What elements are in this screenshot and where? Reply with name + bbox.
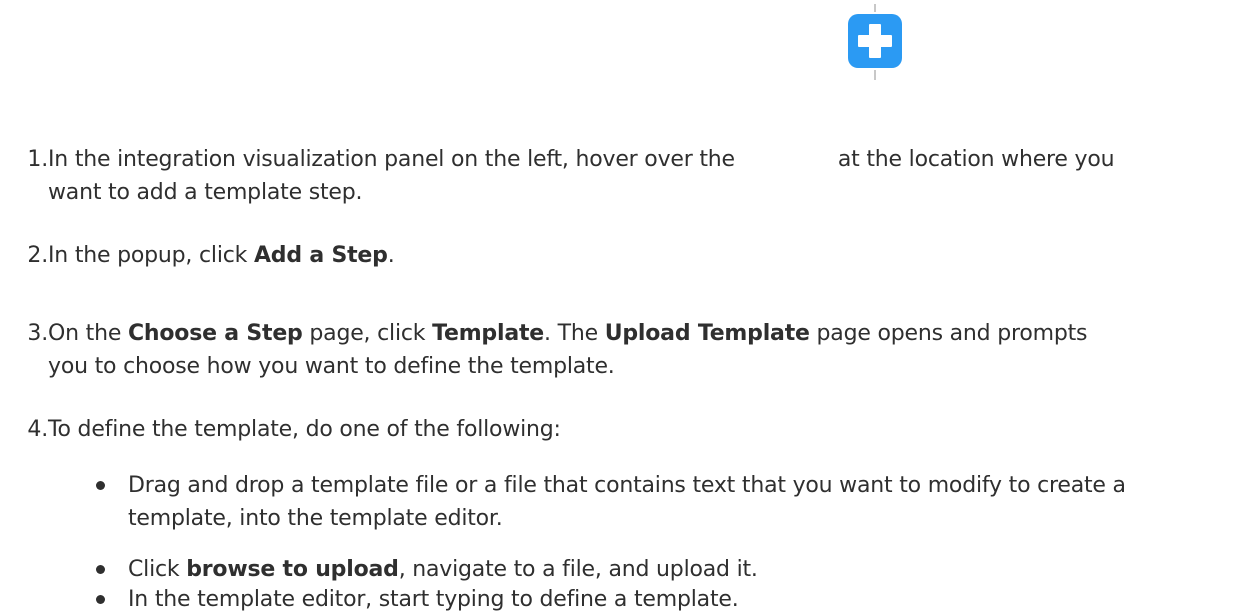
ui-term: browse to upload [186,557,399,582]
ui-term: Choose a Step [127,321,303,346]
step-number: 2. [27,243,48,268]
ui-term: Add a Step [253,243,388,268]
step-text: On the Choose a Step page, click Templat… [48,321,1088,379]
bullet-dot [96,565,105,574]
step-text: In the popup, click Add a Step. [48,243,395,268]
plus-icon [848,4,902,80]
step-text: To define the template, do one of the fo… [48,417,561,442]
bullet-dot [96,481,105,490]
step-number: 3. [27,321,48,346]
step-number: 4. [27,417,48,442]
instruction-document: 1. In the integration visualization pane… [0,0,1254,612]
ui-term: Upload Template [604,321,810,346]
step-text: In the integration visualization panel o… [48,147,1115,205]
step-number: 1. [27,147,48,172]
bullet-text: In the template editor, start typing to … [128,587,739,612]
bullet-dot [96,595,105,604]
bullet-text: Drag and drop a template file or a file … [128,473,1126,531]
ui-term: Template [432,321,544,346]
bullet-text: Click browse to upload, navigate to a fi… [128,557,758,582]
